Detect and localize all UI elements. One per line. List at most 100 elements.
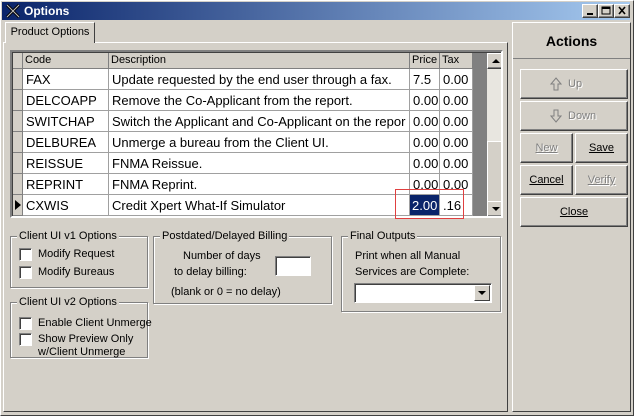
cell-tax[interactable]: 0.00 [440,90,473,111]
up-button[interactable]: Up [520,69,628,99]
new-label: New [535,142,558,154]
close-icon [618,6,626,15]
days-label-line-2: to delay billing: [174,266,247,278]
cell-description[interactable]: Update requested by the end user through… [109,69,410,90]
scroll-thumb[interactable] [487,141,501,203]
group-title: Final Outputs [348,230,418,242]
products-grid[interactable]: Code Description Price Tax FAX Update re… [10,50,503,218]
cell-code[interactable]: DELCOAPP [23,90,109,111]
column-header-tax[interactable]: Tax [440,53,473,69]
table-row[interactable]: FAX Update requested by the end user thr… [13,69,487,90]
cancel-button[interactable]: Cancel [520,165,573,195]
close-label: Close [559,206,589,218]
title-bar: Options [2,2,630,20]
cell-price[interactable]: 0.00 [410,132,440,153]
cell-description[interactable]: FNMA Reissue. [109,153,410,174]
scroll-up-button[interactable] [487,53,501,69]
save-label: Save [588,142,615,154]
enable-unmerge-checkbox[interactable] [19,317,32,330]
modify-request-checkbox[interactable] [19,248,32,261]
cell-code[interactable]: REPRINT [23,174,109,195]
row-indicator[interactable] [13,174,23,195]
cell-tax[interactable]: 0.00 [440,111,473,132]
scroll-down-button[interactable] [487,201,501,216]
close-button[interactable]: Close [520,197,628,227]
final-outputs-label-line-2: Services are Complete: [355,266,470,278]
column-header-code[interactable]: Code [23,53,109,69]
cell-description[interactable]: FNMA Reprint. [109,174,410,195]
cell-tax[interactable]: 0.00 [440,132,473,153]
show-preview-label-line-1: Show Preview Only [38,333,134,345]
table-row-current[interactable]: CXWIS Credit Xpert What-If Simulator 2.0… [13,195,487,216]
table-row[interactable]: DELCOAPP Remove the Co-Applicant from th… [13,90,487,111]
grid-vertical-scrollbar[interactable] [487,53,501,216]
cell-code[interactable]: SWITCHAP [23,111,109,132]
cell-description[interactable]: Unmerge a bureau from the Client UI. [109,132,410,153]
cell-price[interactable]: 0.00 [410,174,440,195]
minimize-icon [587,13,593,15]
cell-price[interactable]: 7.5 [410,69,440,90]
cell-description[interactable]: Switch the Applicant and Co-Applicant on… [109,111,410,132]
minimize-button[interactable] [582,4,598,18]
table-row[interactable]: REISSUE FNMA Reissue. 0.00 0.00 [13,153,487,174]
row-indicator[interactable] [13,153,23,174]
row-indicator[interactable] [13,132,23,153]
client-ui-v1-group: Client UI v1 Options Modify Request Modi… [10,230,148,288]
row-indicator[interactable] [13,90,23,111]
cell-tax[interactable]: 0.00 [440,174,473,195]
save-button[interactable]: Save [575,133,628,163]
chevron-down-icon [478,291,486,295]
row-indicator[interactable] [13,111,23,132]
cell-price[interactable]: 0.00 [410,153,440,174]
final-outputs-group: Final Outputs Print when all Manual Serv… [341,230,501,312]
current-row-arrow-icon[interactable] [13,195,23,216]
cell-code[interactable]: DELBUREA [23,132,109,153]
cell-price-editing[interactable]: 2.00 [410,195,440,216]
dropdown-button[interactable] [474,285,490,301]
grid-corner [13,53,23,69]
delay-days-input[interactable] [275,256,311,276]
enable-unmerge-label: Enable Client Unmerge [38,317,152,329]
down-button[interactable]: Down [520,101,628,131]
final-outputs-select[interactable] [354,283,492,303]
table-row[interactable]: SWITCHAP Switch the Applicant and Co-App… [13,111,487,132]
client-ui-v2-group: Client UI v2 Options Enable Client Unmer… [10,296,152,358]
cell-code[interactable]: FAX [23,69,109,90]
column-header-description[interactable]: Description [109,53,410,69]
verify-button[interactable]: Verify [575,165,628,195]
down-label: Down [568,110,597,122]
table-row[interactable]: DELBUREA Unmerge a bureau from the Clien… [13,132,487,153]
cell-description[interactable]: Remove the Co-Applicant from the report. [109,90,410,111]
maximize-icon [601,6,611,15]
cell-price[interactable]: 0.00 [410,111,440,132]
up-label: Up [568,78,583,90]
table-row[interactable]: REPRINT FNMA Reprint. 0.00 0.00 [13,174,487,195]
tab-product-options[interactable]: Product Options [5,22,95,43]
row-indicator[interactable] [13,69,23,90]
cell-tax[interactable]: 0.00 [440,69,473,90]
actions-title: Actions [513,23,630,59]
cell-description[interactable]: Credit Xpert What-If Simulator [109,195,410,216]
cell-tax[interactable]: 0.00 [440,153,473,174]
final-outputs-label-line-1: Print when all Manual [355,250,461,262]
cell-code[interactable]: CXWIS [23,195,109,216]
cell-code[interactable]: REISSUE [23,153,109,174]
cancel-label: Cancel [529,174,564,186]
arrow-down-icon [550,109,562,123]
cell-price[interactable]: 0.00 [410,90,440,111]
delayed-billing-group: Postdated/Delayed Billing Number of days… [153,230,332,304]
cell-tax[interactable]: .16 [440,195,473,216]
new-button[interactable]: New [520,133,573,163]
days-label-line-1: Number of days [183,250,261,262]
modify-request-label: Modify Request [38,248,115,260]
group-title: Postdated/Delayed Billing [160,230,290,242]
show-preview-checkbox[interactable] [19,333,32,346]
app-icon [5,3,21,19]
close-window-button[interactable] [614,4,630,18]
maximize-button[interactable] [598,4,614,18]
modify-bureaus-checkbox[interactable] [19,266,32,279]
group-title: Client UI v1 Options [17,230,119,242]
column-header-price[interactable]: Price [410,53,440,69]
delay-note: (blank or 0 = no delay) [171,286,281,298]
show-preview-label-line-2: w/Client Unmerge [38,346,126,358]
